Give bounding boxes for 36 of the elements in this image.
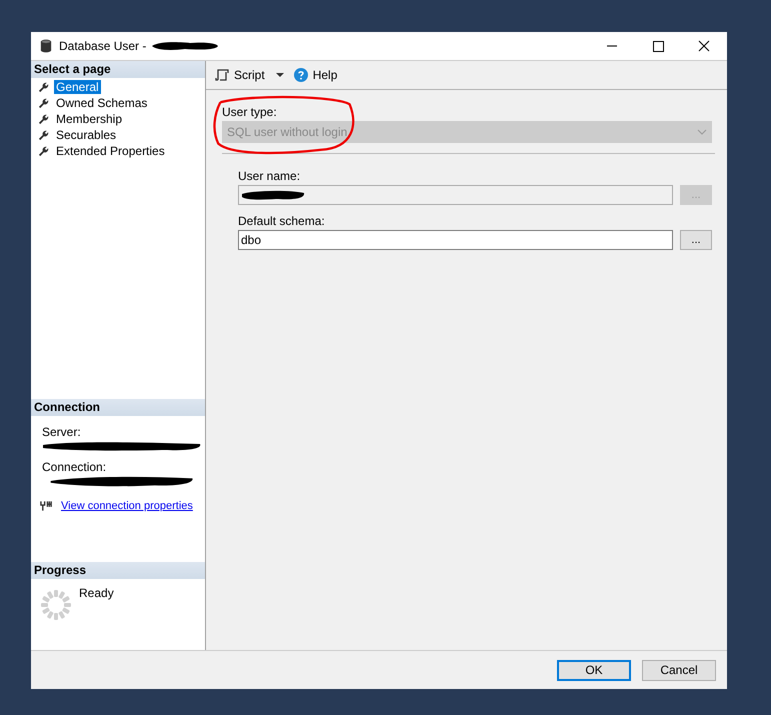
script-button[interactable]: Script: [213, 66, 286, 84]
page-item[interactable]: General: [54, 80, 101, 94]
script-icon: [215, 68, 229, 82]
progress-spinner-icon: [40, 589, 72, 621]
page-item[interactable]: Owned Schemas: [54, 96, 150, 110]
default-schema-field[interactable]: dbo: [238, 230, 673, 250]
page-item[interactable]: Securables: [54, 128, 118, 142]
help-button[interactable]: Help: [292, 66, 340, 84]
window-title: Database User -: [59, 39, 146, 53]
progress-status: Ready: [79, 586, 114, 600]
field-label: User name:: [238, 170, 302, 183]
connection-properties-link[interactable]: View connection properties: [61, 500, 193, 512]
page-item[interactable]: Extended Properties: [54, 144, 167, 158]
redaction-mark: [241, 189, 305, 201]
ok-button[interactable]: OK: [557, 660, 631, 680]
field-label: User type:: [222, 106, 278, 119]
wrench-icon: [38, 98, 49, 108]
database-icon: [40, 39, 52, 53]
browse-button[interactable]: ...: [680, 230, 712, 250]
page-item[interactable]: Membership: [54, 112, 124, 126]
cancel-button[interactable]: Cancel: [642, 660, 716, 680]
section-header: Select a page: [31, 61, 205, 78]
server-label: Server:: [42, 426, 82, 439]
plug-icon: [40, 500, 53, 512]
section-header: Connection: [31, 399, 205, 416]
wrench-icon: [38, 82, 49, 92]
chevron-down-icon: [697, 129, 707, 135]
field-label: Default schema:: [238, 215, 326, 228]
caret-icon: [276, 73, 284, 77]
wrench-icon: [38, 146, 49, 156]
wrench-icon: [38, 130, 49, 140]
redaction-mark: [150, 40, 220, 52]
connection-label: Connection:: [42, 461, 108, 474]
section-header: Progress: [31, 562, 205, 579]
help-icon: [294, 68, 308, 82]
wrench-icon: [38, 114, 49, 124]
